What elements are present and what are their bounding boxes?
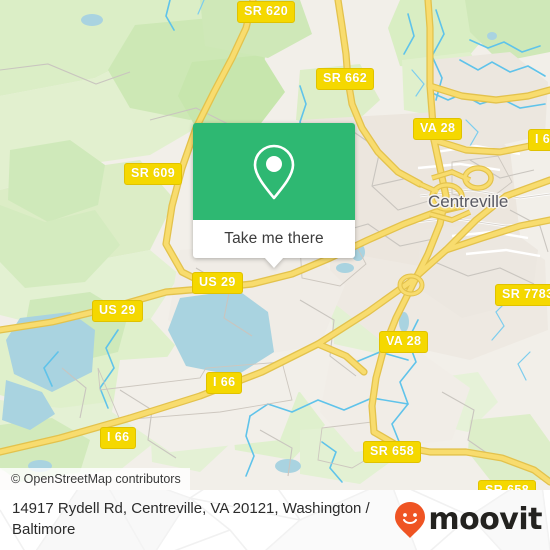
place-label-centreville: Centreville [428, 192, 509, 211]
road-shield-i-66-mid[interactable]: I 66 [206, 372, 243, 394]
callout-tail [264, 257, 284, 268]
road-shield-sr-658-right[interactable]: SR 658 [478, 480, 537, 490]
map-canvas[interactable]: Centreville SR 620 SR 662 VA 28 I 66 SR … [0, 0, 550, 490]
road-shield-sr-658-left[interactable]: SR 658 [363, 441, 422, 463]
map-attribution[interactable]: © OpenStreetMap contributors [0, 468, 190, 490]
moovit-logo[interactable]: moovit [394, 502, 542, 538]
road-shield-us-29-mid[interactable]: US 29 [192, 272, 243, 294]
road-shield-sr-662[interactable]: SR 662 [316, 68, 375, 90]
map-screenshot: Centreville SR 620 SR 662 VA 28 I 66 SR … [0, 0, 550, 550]
road-shield-va-28-north[interactable]: VA 28 [413, 118, 463, 140]
road-shield-sr-620[interactable]: SR 620 [237, 1, 296, 23]
callout-pin-area [193, 123, 355, 220]
road-shield-sr-609[interactable]: SR 609 [124, 163, 183, 185]
address-text: 14917 Rydell Rd, Centreville, VA 20121, … [12, 500, 370, 538]
road-shield-va-28-south[interactable]: VA 28 [379, 331, 429, 353]
road-shield-us-29-west[interactable]: US 29 [92, 300, 143, 322]
callout-label: Take me there [224, 230, 324, 247]
road-shield-i-66-east-edge[interactable]: I 66 [528, 129, 550, 151]
map-pin-icon [253, 144, 295, 199]
road-shield-sr-7783[interactable]: SR 7783 [495, 284, 550, 306]
callout-action-bar[interactable]: Take me there [193, 220, 355, 268]
moovit-wordmark: moovit [428, 502, 542, 537]
moovit-pin-smile-icon [395, 502, 426, 538]
road-shield-i-66-west[interactable]: I 66 [100, 427, 137, 449]
footer-bar: 14917 Rydell Rd, Centreville, VA 20121, … [0, 490, 550, 550]
take-me-there-callout[interactable]: Take me there [193, 123, 355, 268]
